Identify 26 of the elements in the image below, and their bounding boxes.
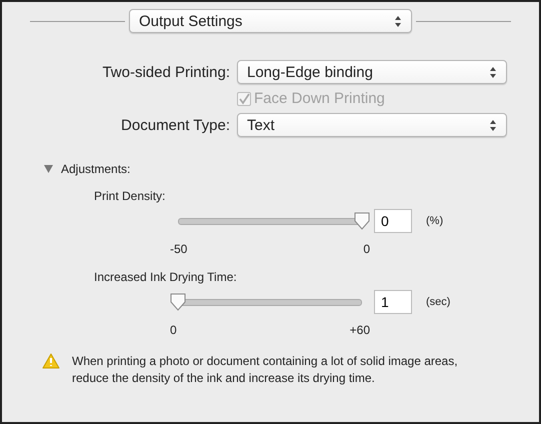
popup-menu[interactable]: Text (237, 113, 507, 137)
stepper-arrows-icon (490, 66, 496, 78)
min-label: 0 (170, 323, 177, 337)
stepper-arrows-icon (395, 16, 401, 26)
warning-icon (42, 353, 60, 369)
field-label: Two-sided Printing: (102, 64, 230, 80)
disclosure-triangle-icon[interactable] (44, 165, 53, 173)
unit-label: (%) (426, 215, 444, 227)
slider-thumb[interactable] (170, 293, 186, 311)
section-label: Adjustments: (61, 162, 130, 176)
slider-label: Print Density: (94, 189, 166, 203)
max-label: 0 (363, 242, 370, 256)
value-field[interactable]: 1 (374, 290, 412, 314)
min-label: -50 (170, 242, 188, 256)
slider-thumb[interactable] (354, 212, 370, 230)
section-popup[interactable]: Output Settings (129, 9, 412, 33)
slider-label: Increased Ink Drying Time: (94, 270, 237, 284)
checkbox-label: Face Down Printing (254, 90, 385, 107)
warning-text: When printing a photo or document containing a lot of solid image areas, reduce the density of the ink and increase its drying time. (72, 353, 459, 387)
checkmark-icon (238, 92, 250, 104)
max-label: +60 (350, 323, 370, 337)
unit-label: (sec) (426, 296, 452, 308)
value-field[interactable]: 0 (374, 209, 412, 233)
stepper-arrows-icon (490, 120, 496, 130)
popup-menu[interactable]: Long-Edge binding (237, 60, 507, 84)
field-label: Document Type: (121, 116, 230, 134)
